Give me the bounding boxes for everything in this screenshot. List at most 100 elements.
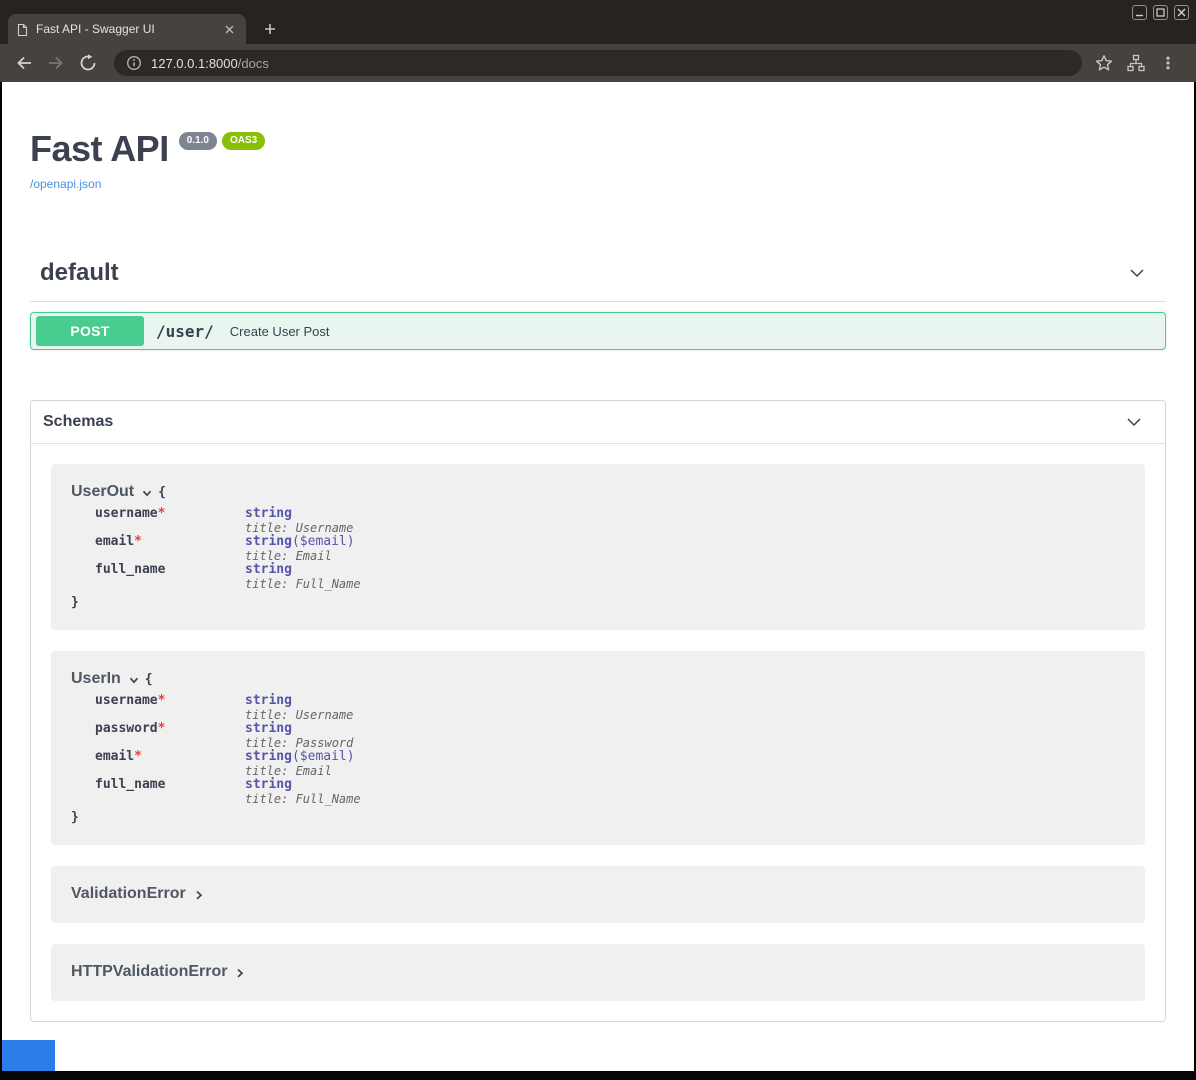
api-badges: 0.1.0 OAS3 — [179, 132, 265, 150]
plus-icon — [264, 23, 276, 35]
required-star: * — [158, 693, 166, 708]
property-title: title: Full_Name — [245, 577, 361, 591]
api-title-row: Fast API 0.1.0 OAS3 — [30, 130, 1166, 168]
chevron-down-icon[interactable] — [1123, 411, 1145, 433]
schema-property: username* string title: Username — [95, 694, 1125, 722]
kebab-menu-icon — [1160, 55, 1176, 71]
maximize-icon — [1156, 8, 1165, 17]
chevron-down-icon[interactable] — [1126, 262, 1148, 284]
opblock-post-user[interactable]: POST /user/ Create User Post — [30, 312, 1166, 350]
browser-menu-button[interactable] — [1154, 49, 1182, 77]
version-badge: 0.1.0 — [179, 132, 217, 150]
property-type-line: string — [245, 778, 361, 792]
property-type-line: string — [245, 563, 361, 577]
property-details: string title: Full_Name — [245, 778, 361, 806]
property-name-text: email — [95, 749, 134, 764]
star-icon — [1094, 53, 1114, 73]
close-brace: } — [71, 810, 1125, 825]
required-star: * — [134, 534, 142, 549]
reload-icon — [79, 54, 97, 72]
property-type-line: string($email) — [245, 535, 355, 549]
property-name-text: email — [95, 534, 134, 549]
property-title: title: Email — [245, 549, 355, 563]
property-type-line: string($email) — [245, 750, 355, 764]
schemas-section: Schemas UserOut { username* s — [30, 400, 1166, 1022]
property-title: title: Password — [245, 736, 353, 750]
required-star: * — [158, 721, 166, 736]
close-button[interactable] — [1174, 5, 1189, 20]
model-name: UserIn — [71, 670, 121, 688]
property-name: username* — [95, 694, 245, 722]
schemas-title: Schemas — [43, 413, 113, 431]
tag-name: default — [40, 259, 119, 287]
window-titlebar: Fast API - Swagger UI — [0, 0, 1196, 44]
minimize-button[interactable] — [1132, 5, 1147, 20]
model-toggle-validationerror[interactable]: ValidationError — [71, 885, 1125, 903]
bookmark-button[interactable] — [1090, 49, 1118, 77]
model-toggle-userout[interactable]: UserOut { — [71, 483, 1125, 501]
forward-icon — [47, 54, 65, 72]
minimize-icon — [1135, 8, 1144, 17]
property-name: username* — [95, 507, 245, 535]
model-toggle-userin[interactable]: UserIn { — [71, 670, 1125, 688]
property-type-line: string — [245, 694, 353, 708]
property-name: email* — [95, 535, 245, 563]
openapi-spec-link[interactable]: /openapi.json — [30, 177, 101, 191]
operation-summary: Create User Post — [230, 324, 330, 339]
back-icon — [15, 54, 33, 72]
reload-button[interactable] — [74, 49, 102, 77]
model-card-validationerror: ValidationError — [51, 866, 1145, 923]
property-type: string — [245, 693, 292, 708]
property-title: title: Username — [245, 708, 353, 722]
url-path: /docs — [238, 56, 269, 71]
model-toggle-httpvalidationerror[interactable]: HTTPValidationError — [71, 963, 1125, 981]
schema-property: full_name string title: Full_Name — [95, 563, 1125, 591]
back-button[interactable] — [10, 49, 38, 77]
window-controls — [1132, 5, 1189, 20]
background-window-fragment — [2, 1040, 55, 1071]
required-star: * — [134, 749, 142, 764]
property-type: string — [245, 749, 292, 764]
schemas-header[interactable]: Schemas — [31, 401, 1165, 444]
maximize-button[interactable] — [1153, 5, 1168, 20]
property-details: string title: Username — [245, 507, 353, 535]
site-info-icon — [126, 55, 142, 71]
property-type: string — [245, 562, 292, 577]
required-star: * — [158, 506, 166, 521]
bottom-screen-edge — [0, 1071, 1196, 1080]
api-info: Fast API 0.1.0 OAS3 /openapi.json — [30, 130, 1166, 193]
property-name-text: username — [95, 506, 158, 521]
model-card-userin: UserIn { username* string title: Usernam… — [51, 651, 1145, 845]
operation-path: /user/ — [156, 322, 214, 341]
forward-button[interactable] — [42, 49, 70, 77]
property-type-line: string — [245, 507, 353, 521]
url-bar[interactable]: 127.0.0.1:8000/docs — [114, 50, 1082, 76]
property-details: string($email) title: Email — [245, 750, 355, 778]
property-title: title: Email — [245, 764, 355, 778]
model-name: HTTPValidationError — [71, 963, 227, 981]
schemas-body: UserOut { username* string title: Userna… — [31, 444, 1165, 1021]
schema-property: username* string title: Username — [95, 507, 1125, 535]
tag-section-default[interactable]: default — [30, 247, 1166, 302]
method-badge: POST — [36, 316, 144, 346]
property-type: string — [245, 777, 292, 792]
page-icon — [17, 23, 28, 36]
property-name: full_name — [95, 563, 245, 591]
model-name: UserOut — [71, 483, 134, 501]
property-type: string — [245, 506, 292, 521]
swagger-page: Fast API 0.1.0 OAS3 /openapi.json defaul… — [0, 82, 1196, 1071]
open-brace: { — [158, 485, 166, 500]
extensions-button[interactable] — [1122, 49, 1150, 77]
tab-close-icon[interactable] — [221, 21, 237, 37]
new-tab-button[interactable] — [258, 17, 282, 41]
property-format: ($email) — [292, 534, 355, 549]
browser-tab[interactable]: Fast API - Swagger UI — [8, 14, 246, 44]
property-name: full_name — [95, 778, 245, 806]
property-name-text: full_name — [95, 562, 165, 577]
property-type-line: string — [245, 722, 353, 736]
property-name-text: full_name — [95, 777, 165, 792]
property-type: string — [245, 721, 292, 736]
schema-property: email* string($email) title: Email — [95, 750, 1125, 778]
chevron-right-icon — [193, 889, 205, 901]
model-card-httpvalidationerror: HTTPValidationError — [51, 944, 1145, 1001]
